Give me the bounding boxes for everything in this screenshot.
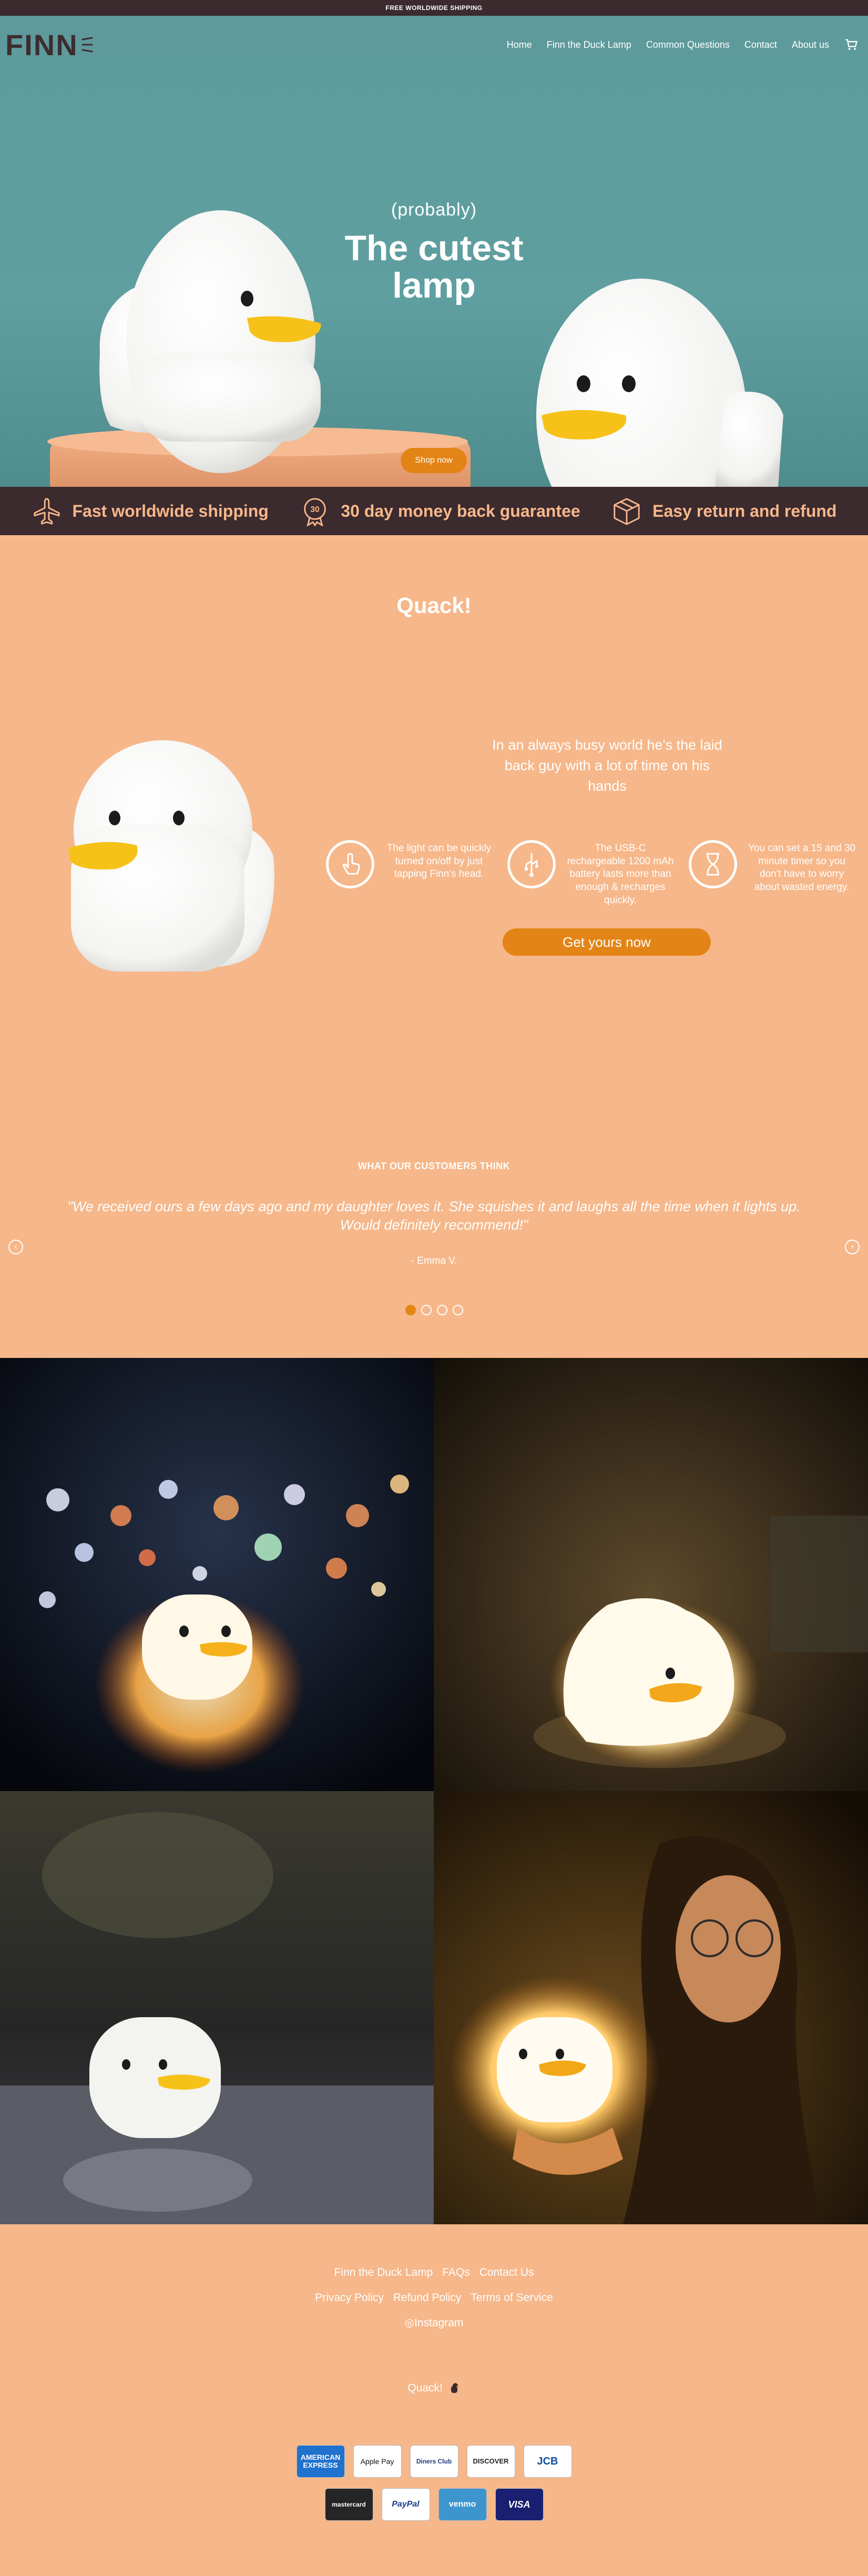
thirty-day-badge-icon: 30 [304, 498, 326, 526]
slider-dot-3[interactable] [436, 1305, 447, 1315]
chevron-right-icon: › [851, 1242, 854, 1251]
hero-title-line-2: lamp [392, 265, 476, 306]
diners-club-icon: Diners Club [410, 2445, 458, 2478]
shop-now-button[interactable]: Shop now [401, 448, 467, 473]
get-yours-now-button[interactable]: Get yours now [503, 928, 711, 956]
footer-links-row-2: Privacy Policy Refund Policy Terms of Se… [0, 2292, 868, 2304]
footer-quack: Quack! [0, 2382, 868, 2395]
photo-gallery [0, 1358, 868, 2224]
logo[interactable]: FINN [5, 28, 93, 62]
mastercard-icon: mastercard [324, 2488, 373, 2521]
gallery-photo-1 [0, 1358, 434, 1791]
paypal-icon: PayPal [381, 2488, 430, 2521]
main-nav: Home Finn the Duck Lamp Common Questions… [507, 37, 863, 52]
hero-title-line-1: The cutest [344, 228, 524, 268]
footer-links-row-1: Finn the Duck Lamp FAQs Contact Us [0, 2266, 868, 2279]
reviews-heading: WHAT OUR CUSTOMERS THINK [358, 1161, 510, 1171]
trust-return: Easy return and refund [611, 496, 836, 526]
announcement-bar: FREE WORLDWIDE SHIPPING [0, 0, 868, 16]
site-header: FINN Home Finn the Duck Lamp Common Ques… [0, 16, 868, 74]
slider-dot-2[interactable] [421, 1305, 432, 1315]
trust-guarantee: 30 30 day money back guarantee [300, 496, 580, 526]
chevron-left-icon: ‹ [14, 1242, 17, 1251]
logo-text: FINN [5, 28, 78, 62]
footer-link-faqs[interactable]: FAQs [442, 2266, 470, 2278]
tap-icon [326, 840, 374, 888]
hero-title: The cutest lamp [0, 228, 868, 306]
cart-icon[interactable] [844, 37, 859, 52]
feature-usb-text: The USB-C rechargeable 1200 mAh battery … [567, 843, 674, 906]
instagram-link[interactable]: ◎Instagram [0, 2316, 868, 2329]
amex-icon: AMERICAN EXPRESS [296, 2445, 345, 2478]
feature-list: The light can be quickly turned on/off b… [326, 840, 857, 907]
hero-duck-right [536, 279, 783, 487]
hero-subtitle: (probably) [391, 200, 477, 220]
feature-tap: The light can be quickly turned on/off b… [326, 840, 494, 907]
payment-methods: AMERICAN EXPRESS Apple Pay Diners Club D… [0, 2445, 868, 2521]
instagram-label: Instagram [414, 2317, 464, 2329]
trust-guarantee-label: 30 day money back guarantee [341, 501, 580, 520]
nav-contact[interactable]: Contact [744, 39, 777, 50]
footer-links: Finn the Duck Lamp FAQs Contact Us Priva… [0, 2266, 868, 2317]
trust-shipping: Fast worldwide shipping [32, 496, 269, 526]
footer-link-refund[interactable]: Refund Policy [393, 2292, 462, 2304]
payment-row-1: AMERICAN EXPRESS Apple Pay Diners Club D… [296, 2445, 572, 2478]
product-tagline: In an always busy world he's the laid ba… [492, 737, 722, 794]
nav-about-us[interactable]: About us [792, 39, 829, 50]
footer-link-contact[interactable]: Contact Us [479, 2266, 534, 2278]
quack-lines-icon [81, 37, 93, 53]
product-heading: Quack! [396, 593, 472, 618]
nav-home[interactable]: Home [507, 39, 532, 50]
duck-icon [451, 2383, 459, 2394]
trust-shipping-label: Fast worldwide shipping [72, 501, 269, 520]
footer-link-finn-lamp[interactable]: Finn the Duck Lamp [334, 2266, 433, 2278]
nav-finn-lamp[interactable]: Finn the Duck Lamp [547, 39, 631, 50]
trust-strip: Fast worldwide shipping 30 30 day money … [0, 487, 868, 535]
trust-return-label: Easy return and refund [652, 501, 837, 520]
site-footer: Finn the Duck Lamp FAQs Contact Us Priva… [0, 2224, 868, 2568]
footer-quack-text: Quack! [407, 2382, 443, 2394]
slider-dot-1[interactable] [405, 1305, 416, 1315]
slider-dots [0, 1305, 868, 1315]
product-duck-image [68, 740, 274, 972]
review-quote: "We received ours a few days ago and my … [67, 1199, 801, 1233]
nav-common-questions[interactable]: Common Questions [646, 39, 730, 50]
feature-timer: You can set a 15 and 30 minute timer so … [689, 840, 857, 907]
announcement-text: FREE WORLDWIDE SHIPPING [385, 4, 483, 12]
usb-icon [507, 840, 556, 888]
box-icon [614, 498, 640, 525]
slider-dot-4[interactable] [452, 1305, 463, 1315]
review-author: - Emma V. [411, 1255, 457, 1266]
badge-number: 30 [311, 505, 320, 514]
visa-icon: VISA [495, 2488, 544, 2521]
airplane-icon [33, 498, 60, 525]
hero-text: (probably) The cutest lamp [0, 200, 868, 305]
slider-prev-button[interactable]: ‹ [8, 1240, 23, 1254]
product-section: Quack! In an always busy world he's the … [0, 535, 868, 1358]
jcb-icon: JCB [523, 2445, 572, 2478]
instagram-icon: ◎ [404, 2317, 414, 2329]
apple-pay-icon: Apple Pay [353, 2445, 402, 2478]
feature-usb: The USB-C rechargeable 1200 mAh battery … [507, 840, 676, 907]
footer-link-terms[interactable]: Terms of Service [471, 2292, 553, 2304]
gallery-photo-3 [0, 1791, 434, 2224]
hourglass-icon [689, 840, 737, 888]
gallery-photo-2 [434, 1358, 868, 1791]
venmo-icon: venmo [438, 2488, 487, 2521]
feature-tap-text: The light can be quickly turned on/off b… [386, 843, 492, 880]
slider-next-button[interactable]: › [845, 1240, 860, 1254]
footer-link-privacy[interactable]: Privacy Policy [315, 2292, 384, 2304]
feature-timer-text: You can set a 15 and 30 minute timer so … [748, 843, 856, 893]
discover-icon: DISCOVER [466, 2445, 515, 2478]
payment-row-2: mastercard PayPal venmo VISA [324, 2488, 544, 2521]
gallery-photo-4 [434, 1791, 868, 2224]
hero-section: FINN Home Finn the Duck Lamp Common Ques… [0, 16, 868, 487]
